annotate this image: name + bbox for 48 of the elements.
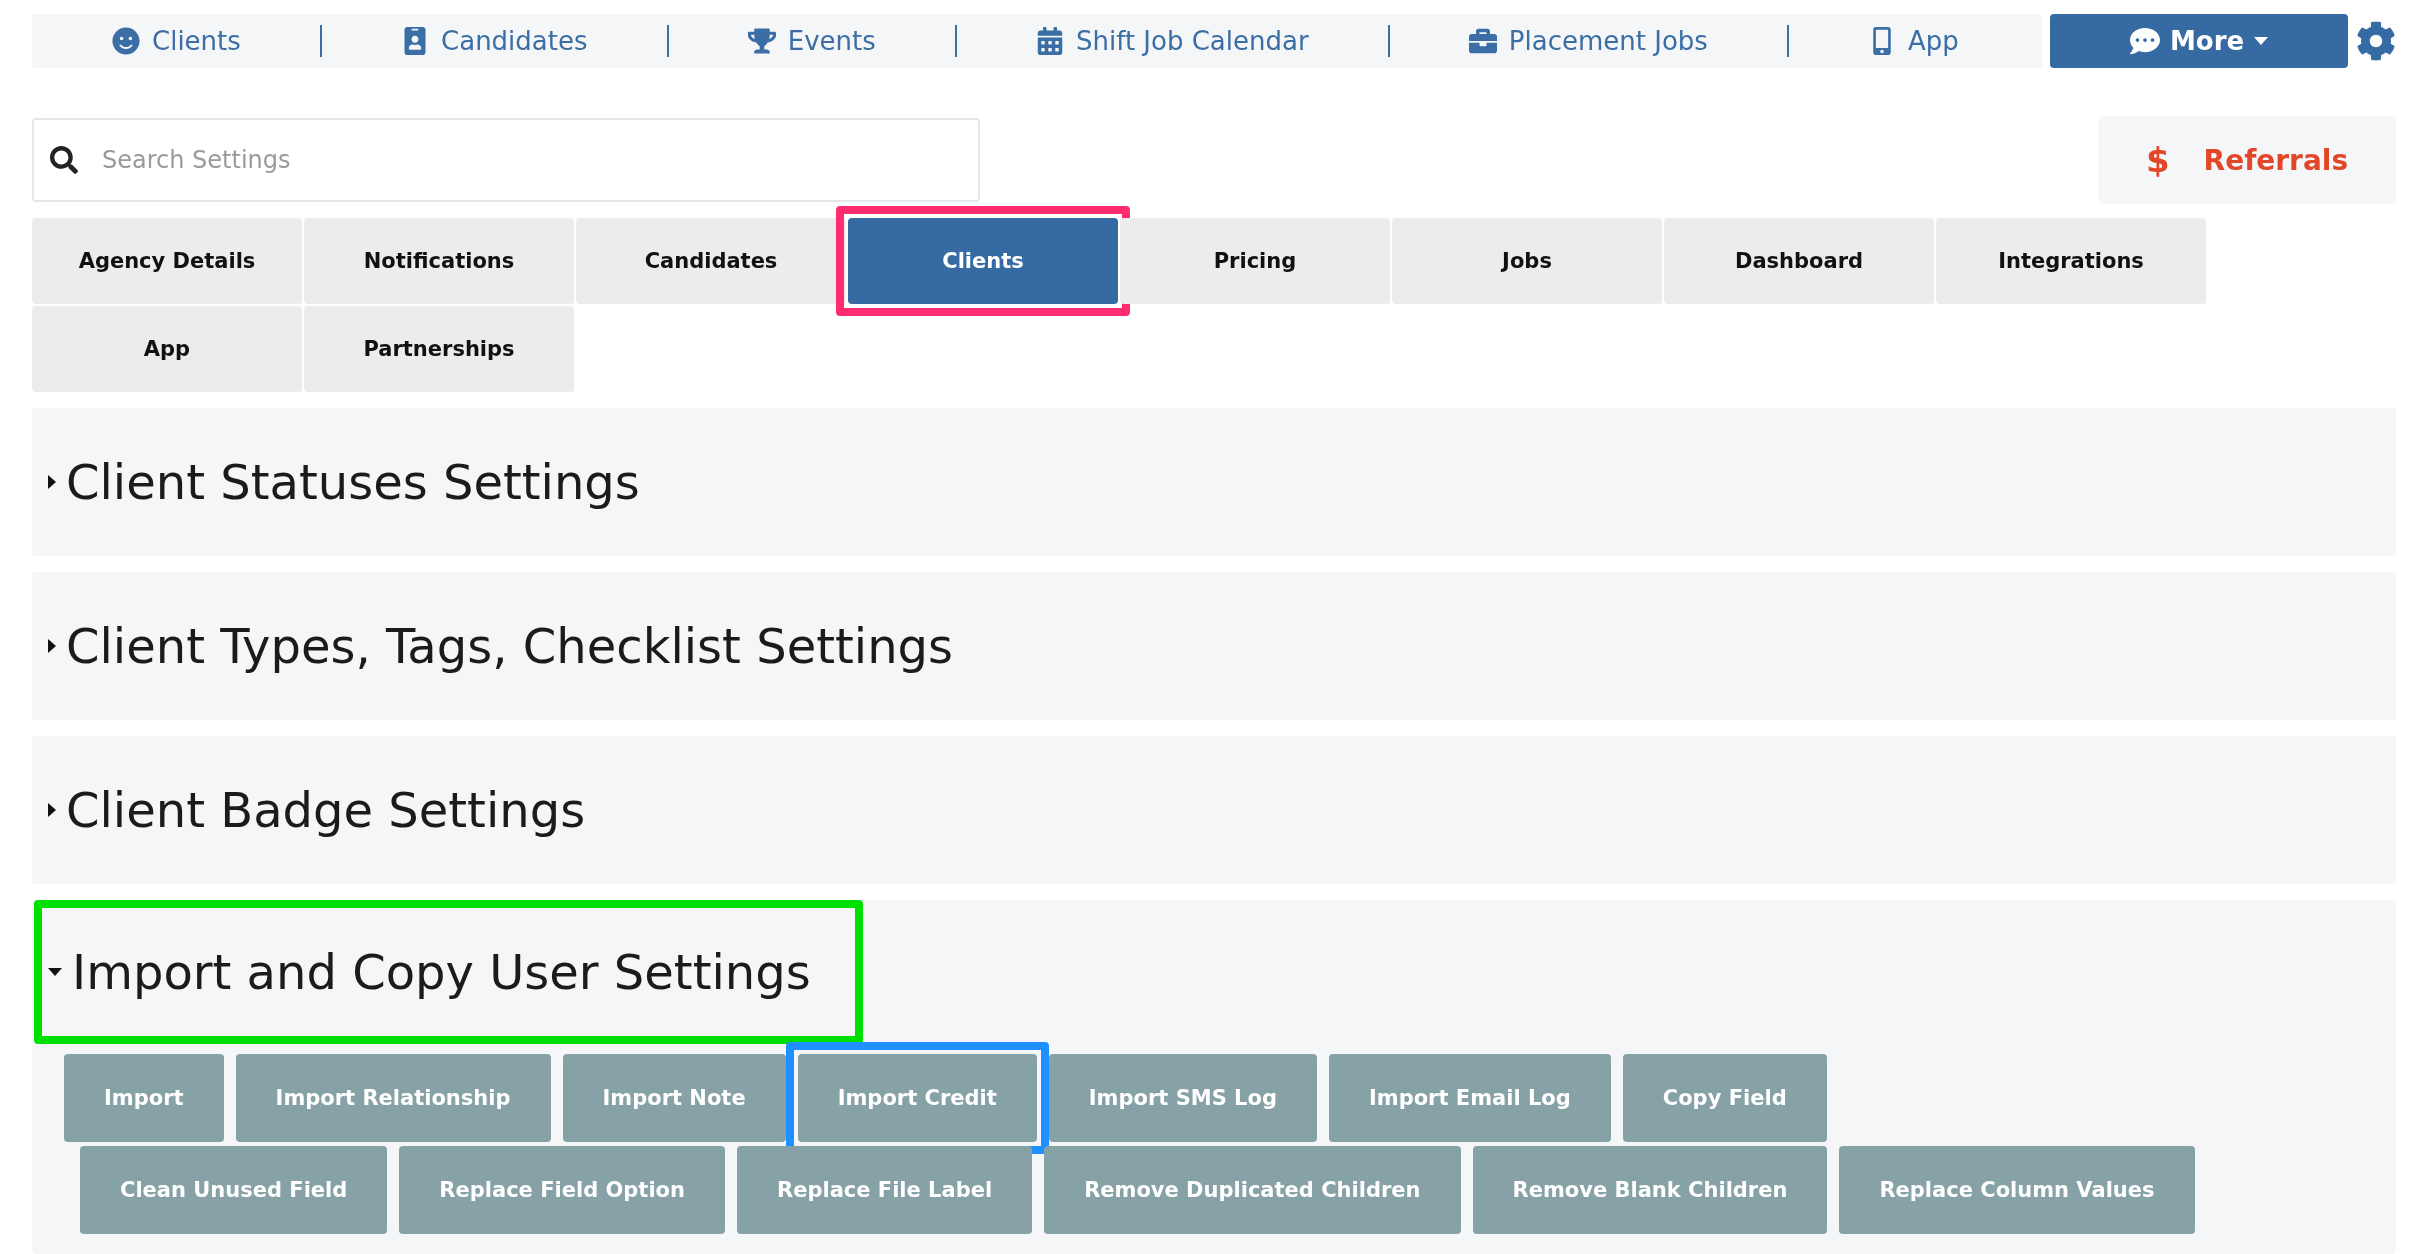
action-button[interactable]: Import Credit: [797, 1054, 1037, 1142]
smiley-icon: [112, 27, 140, 55]
caret-right-icon: [48, 475, 56, 489]
nav-link[interactable]: Candidates: [401, 26, 588, 56]
calendar-icon: [1036, 27, 1064, 55]
action-button[interactable]: Replace Column Values: [1839, 1146, 2195, 1234]
action-button[interactable]: Import: [64, 1054, 224, 1142]
action-button[interactable]: Replace File Label: [737, 1146, 1033, 1234]
nav-link[interactable]: Clients: [112, 26, 241, 56]
settings-tab[interactable]: Dashboard: [1664, 218, 1934, 304]
action-button[interactable]: Import Note: [562, 1054, 786, 1142]
nav-link[interactable]: Shift Job Calendar: [1036, 26, 1309, 56]
settings-icon[interactable]: [2356, 21, 2396, 61]
caret-icon: [2254, 37, 2269, 45]
section-header[interactable]: Import and Copy User Settings: [46, 912, 851, 1032]
nav-link[interactable]: App: [1868, 26, 1959, 56]
settings-tab[interactable]: Agency Details: [32, 218, 302, 304]
settings-tab[interactable]: Candidates: [576, 218, 846, 304]
caret-right-icon: [48, 639, 56, 653]
section-header[interactable]: Client Types, Tags, Checklist Settings: [46, 586, 994, 706]
settings-tab[interactable]: Notifications: [304, 218, 574, 304]
settings-tab[interactable]: App: [32, 306, 302, 392]
caret-right-icon: [48, 803, 56, 817]
search-field[interactable]: Search Settings: [32, 118, 980, 202]
referrals-button[interactable]: $ Referrals: [2098, 116, 2396, 204]
trophy-icon: [747, 27, 776, 55]
action-button[interactable]: Import SMS Log: [1048, 1054, 1317, 1142]
section-header[interactable]: Client Badge Settings: [46, 750, 626, 870]
action-button[interactable]: Remove Blank Children: [1472, 1146, 1828, 1234]
section-header[interactable]: Client Statuses Settings: [46, 422, 680, 542]
settings-tab[interactable]: Integrations: [1936, 218, 2206, 304]
nav-link[interactable]: Placement Jobs: [1468, 26, 1708, 56]
search-icon: [50, 146, 78, 174]
action-button[interactable]: Replace Field Option: [399, 1146, 725, 1234]
action-button[interactable]: Import Email Log: [1328, 1054, 1611, 1142]
briefcase-icon: [1468, 27, 1497, 55]
settings-tab[interactable]: Jobs: [1392, 218, 1662, 304]
action-button[interactable]: Remove Duplicated Children: [1044, 1146, 1461, 1234]
more-button[interactable]: More: [2050, 14, 2348, 68]
nav-link[interactable]: Events: [747, 26, 876, 56]
settings-tab[interactable]: Clients: [848, 218, 1118, 304]
action-button[interactable]: Clean Unused Field: [80, 1146, 388, 1234]
caret-down-icon: [48, 968, 62, 976]
settings-tab[interactable]: Pricing: [1120, 218, 1390, 304]
settings-tab[interactable]: Partnerships: [304, 306, 574, 392]
action-button[interactable]: Import Relationship: [235, 1054, 551, 1142]
speech-bubble-icon: [2129, 26, 2160, 56]
action-button[interactable]: Copy Field: [1622, 1054, 1827, 1142]
